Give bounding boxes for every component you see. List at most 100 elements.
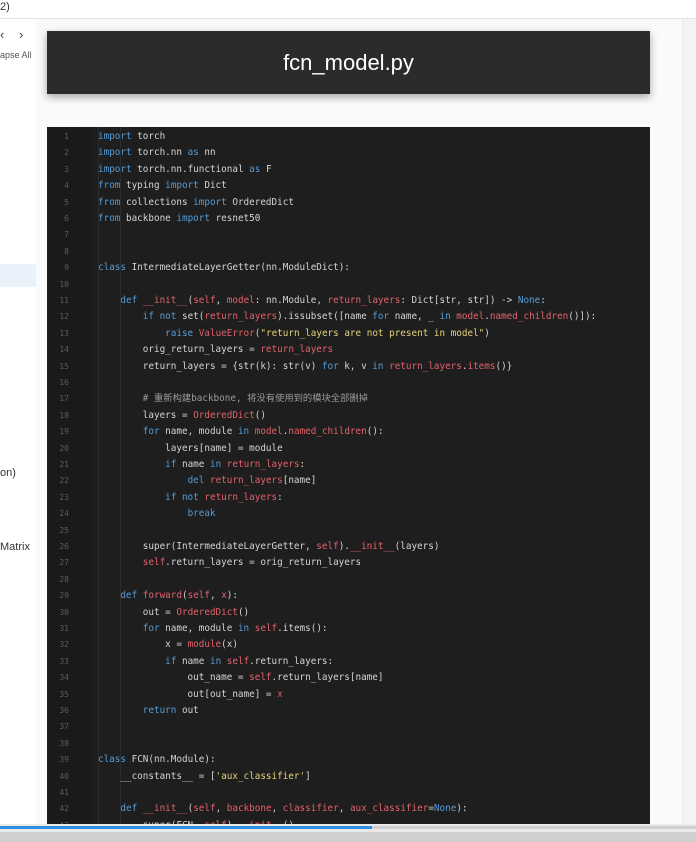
code-token: class [98, 262, 126, 274]
code-token: self [193, 803, 216, 815]
code-text: if not return_layers: [98, 490, 283, 506]
code-line: 4 from typing import Dict [47, 178, 650, 194]
code-line: 28 [47, 572, 650, 588]
line-number: 14 [59, 345, 69, 355]
code-token: .return_layers = orig_return_layers [165, 557, 362, 569]
code-token: return_layers [260, 344, 334, 356]
code-text: if not set(return_layers).issubset([name… [98, 309, 596, 325]
code-token: name, module [159, 426, 238, 438]
code-line: 40 __constants__ = ['aux_classifier'] [47, 769, 650, 785]
code-token: import [176, 213, 210, 224]
code-text: for name, module in model.named_children… [98, 424, 384, 440]
line-number: 3 [64, 164, 69, 174]
code-line: 2 import torch.nn as nn [47, 145, 650, 161]
code-token: FCN(nn.Module): [126, 754, 216, 766]
line-number: 4 [64, 181, 69, 191]
code-line: 24 break [47, 506, 650, 522]
line-number: 18 [59, 410, 69, 420]
sidebar-item-matrix[interactable]: Matrix [0, 541, 30, 553]
code-token: name, _ [389, 311, 440, 323]
code-text: return_layers = {str(k): str(v) for k, v… [98, 359, 513, 375]
code-token: classifier [282, 803, 339, 815]
code-text: def __init__(self, backbone, classifier,… [98, 801, 467, 817]
line-number: 25 [59, 525, 69, 535]
code-line: 33 if name in self.return_layers: [47, 654, 650, 670]
code-token: import [193, 196, 227, 208]
code-token: ()} [495, 360, 513, 372]
code-token: () [237, 606, 250, 618]
progress-bar-fill [0, 826, 372, 829]
file-title: fcn_model.py [283, 49, 414, 75]
line-number: 10 [59, 279, 69, 289]
code-text: __constants__ = ['aux_classifier'] [98, 769, 310, 785]
code-token: return_layers [327, 295, 401, 306]
code-line: 7 [47, 227, 650, 243]
code-text: if name in self.return_layers: [98, 654, 333, 670]
line-number: 21 [59, 460, 69, 469]
code-line: 6 from backbone import resnet50 [47, 211, 650, 227]
code-token: OrderedDict [193, 409, 255, 421]
line-number: 29 [59, 591, 69, 601]
code-line: 36 return out [47, 703, 650, 719]
line-number: 30 [59, 607, 69, 617]
code-line: 39 class FCN(nn.Module): [47, 752, 650, 768]
code-text: from typing import Dict [98, 178, 227, 194]
code-line: 26 super(IntermediateLayerGetter, self).… [47, 539, 650, 555]
code-token: (x) [221, 639, 238, 651]
code-text: layers = OrderedDict() [98, 408, 266, 424]
code-token: ): [226, 590, 238, 602]
code-text: out[out_name] = x [98, 687, 283, 703]
line-number: 24 [59, 509, 69, 519]
line-number: 33 [59, 656, 69, 666]
line-number: 15 [59, 361, 69, 371]
line-number: 2 [64, 148, 69, 158]
code-line: 10 [47, 277, 650, 293]
line-number: 40 [59, 771, 69, 781]
code-line: 42 def __init__(self, backbone, classifi… [47, 801, 650, 817]
code-token: name [176, 459, 210, 470]
forward-arrow-icon[interactable]: › [19, 27, 23, 42]
line-number: 41 [59, 788, 69, 797]
code-token: (layers) [394, 541, 440, 552]
file-title-banner: fcn_model.py [47, 31, 650, 94]
code-text: out_name = self.return_layers[name] [98, 670, 384, 686]
code-token: import [98, 163, 132, 175]
line-number: 35 [59, 689, 69, 699]
code-line: 20 layers[name] = module [47, 441, 650, 457]
code-token: x = [98, 639, 188, 651]
code-token: import [98, 147, 132, 159]
code-token: OrderedDict [176, 606, 238, 618]
code-text: from collections import OrderedDict [98, 195, 294, 211]
code-token: None [433, 803, 457, 815]
code-line: 23 if not return_layers: [47, 490, 650, 506]
code-token: if [165, 655, 177, 667]
code-token: ) [484, 327, 490, 339]
bottom-band [0, 832, 696, 842]
code-text: super(IntermediateLayerGetter, self).__i… [98, 539, 440, 555]
sidebar-selected-item[interactable] [0, 264, 36, 287]
vertical-scrollbar[interactable] [682, 19, 696, 824]
code-text: del return_layers[name] [98, 473, 317, 489]
code-token: __constants__ = [ [98, 770, 216, 782]
code-token: class [98, 754, 126, 766]
code-token: [name] [282, 475, 317, 487]
line-number: 20 [59, 443, 69, 453]
code-token: from [98, 196, 121, 208]
code-line: 11 def __init__(self, model: nn.Module, … [47, 293, 650, 309]
line-number: 22 [59, 476, 69, 486]
code-token: aux_classifier [349, 803, 429, 815]
code-token: ). [338, 541, 350, 552]
collapse-all-button[interactable]: apse All [0, 50, 32, 60]
code-token: collections [120, 196, 194, 208]
code-token: layers = [98, 409, 194, 421]
sidebar-item-on[interactable]: on) [0, 467, 16, 479]
code-line: 30 out = OrderedDict() [47, 605, 650, 621]
code-token: for [142, 623, 160, 634]
code-token: from [98, 180, 121, 192]
back-arrow-icon[interactable]: ‹ [0, 27, 4, 42]
